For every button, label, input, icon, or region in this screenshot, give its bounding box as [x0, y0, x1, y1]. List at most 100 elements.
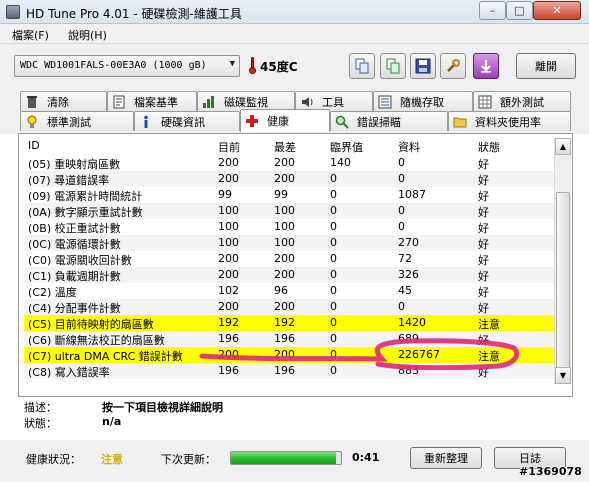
tab-erase[interactable]: 清除	[20, 91, 107, 111]
options-button[interactable]	[440, 53, 466, 79]
save-screenshot-button[interactable]	[410, 53, 436, 79]
tab-benchmark[interactable]: 標準測試	[20, 111, 134, 131]
table-row[interactable]: (C2) 溫度 102 96 0 45 好	[24, 283, 554, 299]
cell-worst: 192	[274, 316, 295, 329]
cell-threshold: 0	[330, 316, 337, 329]
tab-extra-tests[interactable]: 額外測試	[473, 91, 571, 111]
table-scrollbar[interactable]: ▲ ▼	[554, 138, 571, 384]
tab-disk-monitor[interactable]: 磁碟監視	[197, 91, 295, 111]
cell-current: 200	[218, 252, 239, 265]
cell-threshold: 0	[330, 268, 337, 281]
table-row[interactable]: (C1) 負載週期計數 200 200 0 326 好	[24, 267, 554, 283]
cell-threshold: 0	[330, 252, 337, 265]
cell-id: (C1) 負載週期計數	[28, 270, 121, 283]
random-access-icon	[378, 95, 392, 108]
header-data[interactable]: 資料	[398, 139, 420, 155]
cell-data: 0	[398, 172, 405, 185]
tab-label: 硬碟資訊	[161, 115, 205, 129]
cell-worst: 100	[274, 204, 295, 217]
drive-select[interactable]: WDC WD1001FALS-00E3A0 (1000 gB) ▼	[14, 55, 240, 77]
health-status-label: 健康狀況：	[26, 453, 81, 466]
table-row[interactable]: (C0) 電源關收回計數 200 200 0 72 好	[24, 251, 554, 267]
close-button[interactable]: ✕	[533, 1, 581, 20]
download-button[interactable]	[473, 53, 499, 79]
scroll-up-button[interactable]: ▲	[555, 138, 571, 155]
table-row[interactable]: (0C) 電源循環計數 100 100 0 270 好	[24, 235, 554, 251]
tab-folder-usage[interactable]: 資料夾使用率	[448, 111, 571, 131]
cell-status: 注意	[478, 318, 500, 331]
table-row[interactable]: (09) 電源累計時間統計 99 99 0 1087 好	[24, 187, 554, 203]
cell-status: 好	[478, 222, 489, 235]
cell-current: 200	[218, 156, 239, 169]
down-arrow-icon	[481, 60, 491, 73]
cell-status: 好	[478, 158, 489, 171]
status-value: n/a	[102, 415, 122, 428]
tab-random-access[interactable]: 隨機存取	[373, 91, 473, 111]
cell-id: (C8) 寫入錯誤率	[28, 366, 110, 379]
copy-all-button[interactable]	[380, 53, 406, 79]
title-bar[interactable]: HD Tune Pro 4.01 - 硬碟檢測-維護工具 – □ ✕	[0, 0, 589, 24]
tab-health[interactable]: 健康	[240, 109, 330, 132]
header-threshold[interactable]: 臨界值	[330, 139, 363, 155]
copy-icon	[355, 58, 369, 74]
header-worst[interactable]: 最差	[274, 139, 296, 155]
scroll-down-button[interactable]: ▼	[555, 367, 571, 384]
menu-file[interactable]: 檔案(F)	[12, 27, 49, 43]
header-id[interactable]: ID	[28, 139, 40, 152]
bar-chart-icon	[203, 95, 214, 108]
table-row[interactable]: (07) 尋道錯誤率 200 200 0 0 好	[24, 171, 554, 187]
cell-current: 99	[218, 188, 232, 201]
header-current[interactable]: 目前	[218, 139, 240, 155]
health-status-value: 注意	[101, 453, 123, 466]
cell-current: 100	[218, 236, 239, 249]
table-row[interactable]: (C4) 分配事件計數 200 200 0 0 好	[24, 299, 554, 315]
table-row[interactable]: (C5) 目前待映射的扇區數 192 192 0 1420 注意	[24, 315, 554, 331]
cell-threshold: 0	[330, 204, 337, 217]
table-row[interactable]: (05) 重映射扇區數 200 200 140 0 好	[24, 155, 554, 171]
tab-info[interactable]: 硬碟資訊	[134, 111, 240, 131]
cell-status: 好	[478, 238, 489, 251]
menu-help[interactable]: 說明(H)	[68, 27, 107, 43]
exit-button[interactable]: 離開	[516, 53, 576, 79]
tab-error-scan[interactable]: 錯誤掃瞄	[330, 111, 448, 131]
cell-threshold: 0	[330, 332, 337, 345]
speaker-icon	[302, 96, 313, 107]
cell-status: 好	[478, 334, 489, 347]
cell-worst: 200	[274, 300, 295, 313]
description-value: 按一下項目檢視詳細說明	[102, 401, 223, 414]
table-row[interactable]: (C7) ultra DMA CRC 錯誤計數 200 200 0 226767 注意	[24, 347, 554, 363]
cell-id: (C5) 目前待映射的扇區數	[28, 318, 154, 331]
cell-status: 好	[478, 302, 489, 315]
tab-label: 錯誤掃瞄	[357, 115, 401, 129]
cell-id: (05) 重映射扇區數	[28, 158, 121, 171]
smart-table[interactable]: ID 目前 最差 臨界值 資料 狀態 (05) 重映射扇區數 200 200 140 0…	[24, 138, 554, 384]
cell-current: 100	[218, 204, 239, 217]
cell-data: 883	[398, 364, 419, 377]
table-row[interactable]: (0B) 校正重試計數 100 100 0 0 好	[24, 219, 554, 235]
tab-file-benchmark[interactable]: 檔案基準	[107, 91, 197, 111]
watermark-id: #1369078	[519, 465, 582, 478]
cell-threshold: 0	[330, 236, 337, 249]
minimize-button[interactable]: –	[479, 1, 506, 20]
cell-data: 226767	[398, 348, 440, 361]
scroll-thumb[interactable]	[556, 192, 570, 368]
cell-status: 好	[478, 366, 489, 379]
cell-id: (C6) 斷線無法校正的扇區數	[28, 334, 165, 347]
cell-data: 326	[398, 268, 419, 281]
copy-info-button[interactable]	[349, 53, 375, 79]
table-row[interactable]: (0A) 數字顯示重試計數 100 100 0 0 好	[24, 203, 554, 219]
cell-worst: 200	[274, 268, 295, 281]
cell-worst: 200	[274, 172, 295, 185]
cell-threshold: 0	[330, 364, 337, 377]
cell-data: 0	[398, 204, 405, 217]
tab-tools[interactable]: 工具	[295, 91, 373, 111]
refresh-button[interactable]: 重新整理	[410, 447, 482, 469]
table-row[interactable]: (C6) 斷線無法校正的扇區數 196 196 0 689 好	[24, 331, 554, 347]
cell-worst: 200	[274, 348, 295, 361]
maximize-button[interactable]: □	[506, 1, 533, 20]
cell-worst: 96	[274, 284, 288, 297]
cell-data: 1087	[398, 188, 426, 201]
header-status[interactable]: 狀態	[478, 139, 500, 155]
cell-worst: 100	[274, 220, 295, 233]
table-row[interactable]: (C8) 寫入錯誤率 196 196 0 883 好	[24, 363, 554, 379]
